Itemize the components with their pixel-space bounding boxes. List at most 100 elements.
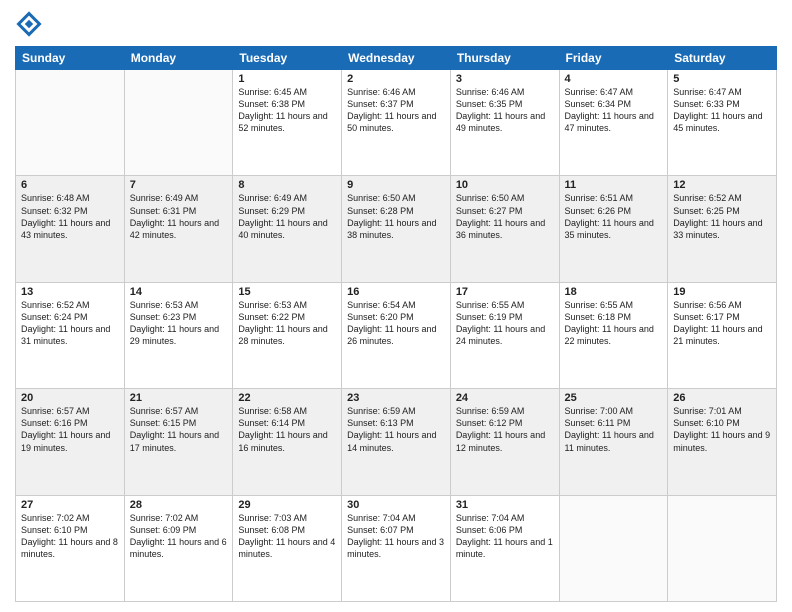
calendar-day-cell: 14Sunrise: 6:53 AMSunset: 6:23 PMDayligh… xyxy=(124,282,233,388)
calendar-day-cell: 25Sunrise: 7:00 AMSunset: 6:11 PMDayligh… xyxy=(559,389,668,495)
calendar-day-cell: 12Sunrise: 6:52 AMSunset: 6:25 PMDayligh… xyxy=(668,176,777,282)
day-info: Sunrise: 6:54 AMSunset: 6:20 PMDaylight:… xyxy=(347,299,445,348)
day-info: Sunrise: 6:53 AMSunset: 6:23 PMDaylight:… xyxy=(130,299,228,348)
day-info: Sunrise: 6:59 AMSunset: 6:13 PMDaylight:… xyxy=(347,405,445,454)
day-number: 19 xyxy=(673,286,771,298)
day-number: 18 xyxy=(565,286,663,298)
calendar-empty-cell xyxy=(16,70,125,176)
calendar-day-cell: 5Sunrise: 6:47 AMSunset: 6:33 PMDaylight… xyxy=(668,70,777,176)
weekday-header-cell: Monday xyxy=(124,47,233,70)
day-number: 26 xyxy=(673,392,771,404)
day-number: 9 xyxy=(347,179,445,191)
day-number: 8 xyxy=(238,179,336,191)
day-number: 7 xyxy=(130,179,228,191)
day-number: 17 xyxy=(456,286,554,298)
day-number: 2 xyxy=(347,73,445,85)
day-number: 22 xyxy=(238,392,336,404)
header xyxy=(15,10,777,38)
day-number: 1 xyxy=(238,73,336,85)
calendar-day-cell: 11Sunrise: 6:51 AMSunset: 6:26 PMDayligh… xyxy=(559,176,668,282)
calendar-day-cell: 23Sunrise: 6:59 AMSunset: 6:13 PMDayligh… xyxy=(342,389,451,495)
day-info: Sunrise: 6:57 AMSunset: 6:15 PMDaylight:… xyxy=(130,405,228,454)
day-number: 3 xyxy=(456,73,554,85)
day-info: Sunrise: 6:59 AMSunset: 6:12 PMDaylight:… xyxy=(456,405,554,454)
day-info: Sunrise: 6:57 AMSunset: 6:16 PMDaylight:… xyxy=(21,405,119,454)
weekday-header-cell: Sunday xyxy=(16,47,125,70)
day-number: 30 xyxy=(347,499,445,511)
logo-icon xyxy=(15,10,43,38)
day-number: 10 xyxy=(456,179,554,191)
calendar-week-row: 6Sunrise: 6:48 AMSunset: 6:32 PMDaylight… xyxy=(16,176,777,282)
day-info: Sunrise: 6:50 AMSunset: 6:27 PMDaylight:… xyxy=(456,192,554,241)
day-number: 28 xyxy=(130,499,228,511)
calendar-day-cell: 16Sunrise: 6:54 AMSunset: 6:20 PMDayligh… xyxy=(342,282,451,388)
calendar-day-cell: 3Sunrise: 6:46 AMSunset: 6:35 PMDaylight… xyxy=(450,70,559,176)
day-number: 11 xyxy=(565,179,663,191)
calendar-day-cell: 22Sunrise: 6:58 AMSunset: 6:14 PMDayligh… xyxy=(233,389,342,495)
calendar-day-cell: 4Sunrise: 6:47 AMSunset: 6:34 PMDaylight… xyxy=(559,70,668,176)
calendar-day-cell: 17Sunrise: 6:55 AMSunset: 6:19 PMDayligh… xyxy=(450,282,559,388)
day-info: Sunrise: 6:55 AMSunset: 6:18 PMDaylight:… xyxy=(565,299,663,348)
day-number: 21 xyxy=(130,392,228,404)
day-info: Sunrise: 6:47 AMSunset: 6:34 PMDaylight:… xyxy=(565,86,663,135)
calendar-day-cell: 1Sunrise: 6:45 AMSunset: 6:38 PMDaylight… xyxy=(233,70,342,176)
day-info: Sunrise: 6:53 AMSunset: 6:22 PMDaylight:… xyxy=(238,299,336,348)
day-info: Sunrise: 7:02 AMSunset: 6:09 PMDaylight:… xyxy=(130,512,228,561)
weekday-header-cell: Thursday xyxy=(450,47,559,70)
calendar-day-cell: 10Sunrise: 6:50 AMSunset: 6:27 PMDayligh… xyxy=(450,176,559,282)
calendar-empty-cell xyxy=(124,70,233,176)
calendar-week-row: 27Sunrise: 7:02 AMSunset: 6:10 PMDayligh… xyxy=(16,495,777,601)
calendar-empty-cell xyxy=(559,495,668,601)
calendar-day-cell: 27Sunrise: 7:02 AMSunset: 6:10 PMDayligh… xyxy=(16,495,125,601)
calendar-day-cell: 28Sunrise: 7:02 AMSunset: 6:09 PMDayligh… xyxy=(124,495,233,601)
day-info: Sunrise: 7:00 AMSunset: 6:11 PMDaylight:… xyxy=(565,405,663,454)
day-number: 27 xyxy=(21,499,119,511)
day-info: Sunrise: 7:04 AMSunset: 6:06 PMDaylight:… xyxy=(456,512,554,561)
day-info: Sunrise: 6:46 AMSunset: 6:35 PMDaylight:… xyxy=(456,86,554,135)
day-info: Sunrise: 6:45 AMSunset: 6:38 PMDaylight:… xyxy=(238,86,336,135)
calendar-empty-cell xyxy=(668,495,777,601)
calendar-week-row: 20Sunrise: 6:57 AMSunset: 6:16 PMDayligh… xyxy=(16,389,777,495)
day-number: 24 xyxy=(456,392,554,404)
day-number: 20 xyxy=(21,392,119,404)
day-info: Sunrise: 7:03 AMSunset: 6:08 PMDaylight:… xyxy=(238,512,336,561)
calendar-week-row: 13Sunrise: 6:52 AMSunset: 6:24 PMDayligh… xyxy=(16,282,777,388)
weekday-header-cell: Saturday xyxy=(668,47,777,70)
day-number: 4 xyxy=(565,73,663,85)
day-info: Sunrise: 6:52 AMSunset: 6:25 PMDaylight:… xyxy=(673,192,771,241)
day-number: 16 xyxy=(347,286,445,298)
day-info: Sunrise: 6:49 AMSunset: 6:29 PMDaylight:… xyxy=(238,192,336,241)
calendar-day-cell: 26Sunrise: 7:01 AMSunset: 6:10 PMDayligh… xyxy=(668,389,777,495)
logo xyxy=(15,10,47,38)
calendar-day-cell: 20Sunrise: 6:57 AMSunset: 6:16 PMDayligh… xyxy=(16,389,125,495)
weekday-header-cell: Tuesday xyxy=(233,47,342,70)
day-number: 23 xyxy=(347,392,445,404)
day-number: 31 xyxy=(456,499,554,511)
calendar-day-cell: 2Sunrise: 6:46 AMSunset: 6:37 PMDaylight… xyxy=(342,70,451,176)
calendar-week-row: 1Sunrise: 6:45 AMSunset: 6:38 PMDaylight… xyxy=(16,70,777,176)
day-number: 29 xyxy=(238,499,336,511)
calendar-day-cell: 30Sunrise: 7:04 AMSunset: 6:07 PMDayligh… xyxy=(342,495,451,601)
day-number: 15 xyxy=(238,286,336,298)
calendar-day-cell: 31Sunrise: 7:04 AMSunset: 6:06 PMDayligh… xyxy=(450,495,559,601)
day-info: Sunrise: 6:52 AMSunset: 6:24 PMDaylight:… xyxy=(21,299,119,348)
calendar-day-cell: 24Sunrise: 6:59 AMSunset: 6:12 PMDayligh… xyxy=(450,389,559,495)
calendar-page: SundayMondayTuesdayWednesdayThursdayFrid… xyxy=(0,0,792,612)
day-info: Sunrise: 6:51 AMSunset: 6:26 PMDaylight:… xyxy=(565,192,663,241)
calendar-day-cell: 9Sunrise: 6:50 AMSunset: 6:28 PMDaylight… xyxy=(342,176,451,282)
calendar-day-cell: 8Sunrise: 6:49 AMSunset: 6:29 PMDaylight… xyxy=(233,176,342,282)
calendar-day-cell: 18Sunrise: 6:55 AMSunset: 6:18 PMDayligh… xyxy=(559,282,668,388)
calendar-day-cell: 6Sunrise: 6:48 AMSunset: 6:32 PMDaylight… xyxy=(16,176,125,282)
day-number: 13 xyxy=(21,286,119,298)
day-info: Sunrise: 6:48 AMSunset: 6:32 PMDaylight:… xyxy=(21,192,119,241)
day-info: Sunrise: 6:56 AMSunset: 6:17 PMDaylight:… xyxy=(673,299,771,348)
day-number: 14 xyxy=(130,286,228,298)
day-info: Sunrise: 7:01 AMSunset: 6:10 PMDaylight:… xyxy=(673,405,771,454)
calendar-day-cell: 21Sunrise: 6:57 AMSunset: 6:15 PMDayligh… xyxy=(124,389,233,495)
calendar-table: SundayMondayTuesdayWednesdayThursdayFrid… xyxy=(15,46,777,602)
day-info: Sunrise: 6:55 AMSunset: 6:19 PMDaylight:… xyxy=(456,299,554,348)
day-info: Sunrise: 7:04 AMSunset: 6:07 PMDaylight:… xyxy=(347,512,445,561)
day-info: Sunrise: 6:49 AMSunset: 6:31 PMDaylight:… xyxy=(130,192,228,241)
day-number: 6 xyxy=(21,179,119,191)
day-number: 25 xyxy=(565,392,663,404)
